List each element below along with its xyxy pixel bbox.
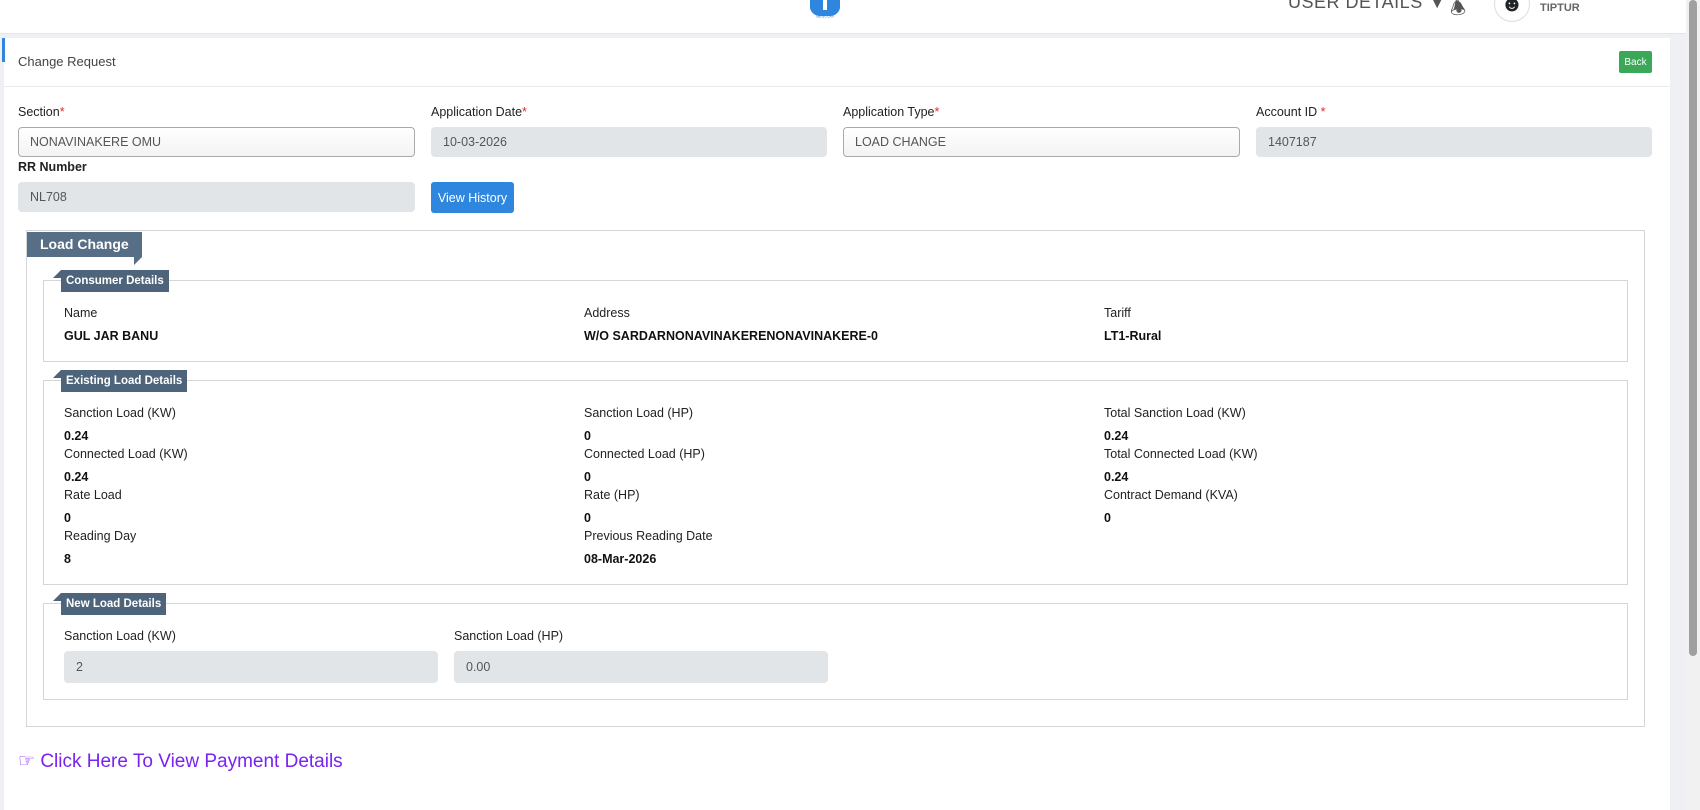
back-button[interactable]: Back [1619,51,1652,73]
field-label: Contract Demand (KVA) [1104,488,1238,502]
field-label: Sanction Load (KW) [64,406,176,420]
application-type-select[interactable]: LOAD CHANGE [843,127,1240,157]
field-label: Previous Reading Date [584,529,713,543]
field-label: Address [584,306,630,320]
field-label: Connected Load (HP) [584,447,705,461]
field-value: 0 [584,511,591,525]
account-id-field[interactable]: 1407187 [1256,127,1652,157]
existing-load-title: Existing Load Details [52,370,188,392]
sanction-load-input[interactable]: 0.00 [454,651,828,683]
field-label: Sanction Load (KW) [64,629,176,643]
user-icon: ☻ [1500,0,1524,16]
field-label: Total Connected Load (KW) [1104,447,1258,461]
scrollbar-thumb[interactable] [1689,0,1697,656]
consumer-details-title: Consumer Details [53,270,169,292]
application-date-label: Application Date* [431,105,527,119]
field-value: 0 [584,429,591,443]
existing-load-fieldset [43,380,1628,585]
rr-number-field[interactable]: NL708 [18,182,415,212]
field-label: Rate Load [64,488,122,502]
field-value: 0 [64,511,71,525]
application-type-label: Application Type* [843,105,940,119]
page-title: Change Request [18,54,116,69]
notification-bell-icon[interactable]: 🕭 [1450,0,1466,26]
field-label: Name [64,306,98,320]
load-change-title: Load Change [27,232,142,265]
field-label: Connected Load (KW) [64,447,188,461]
chevron-down-icon: ▼ [1428,0,1447,12]
field-value: W/O SARDARNONAVINAKERENONAVINAKERE-0 [584,329,878,343]
field-label: Sanction Load (HP) [454,629,564,643]
field-label: Reading Day [64,529,137,543]
user-details-label: USER DETAILS [1288,0,1423,12]
user-details-menu[interactable]: USER DETAILS ▼ [1288,0,1447,13]
field-value: 0 [584,470,591,484]
card-header [4,38,1670,87]
section-select[interactable]: NONAVINAKERE OMU [18,127,415,157]
account-id-label: Account ID * [1256,105,1326,119]
field-value: 8 [64,552,71,566]
payment-details-link[interactable]: ☞ Click Here To View Payment Details [18,750,343,773]
field-label: Tariff [1104,306,1131,320]
field-value: 0.24 [1104,470,1129,484]
accent-bar [2,38,5,62]
view-history-button[interactable]: View History [431,182,514,213]
user-location: TIPTUR [1540,2,1580,14]
field-value: 08-Mar-2026 [584,552,657,566]
field-value: 0.24 [1104,429,1129,443]
field-label: Total Sanction Load (KW) [1104,406,1246,420]
rr-number-label: RR Number [18,160,87,174]
field-label: Rate (HP) [584,488,640,502]
application-date-field[interactable]: 10-03-2026 [431,127,827,157]
svg-text:BESCOM: BESCOM [816,14,833,19]
field-label: Sanction Load (HP) [584,406,694,420]
consumer-details-fieldset [43,280,1628,362]
new-load-title: New Load Details [52,593,167,615]
field-value: GUL JAR BANU [64,329,159,343]
field-value: 0 [1104,511,1111,525]
field-value: LT1-Rural [1104,329,1162,343]
sanction-load-input[interactable]: 2 [64,651,438,683]
hand-pointer-icon: ☞ [18,751,36,772]
section-label: Section* [18,105,65,119]
field-value: 0.24 [64,470,89,484]
bescom-logo: BESCOM [810,0,840,19]
payment-details-label: Click Here To View Payment Details [40,751,343,772]
field-value: 0.24 [64,429,89,443]
